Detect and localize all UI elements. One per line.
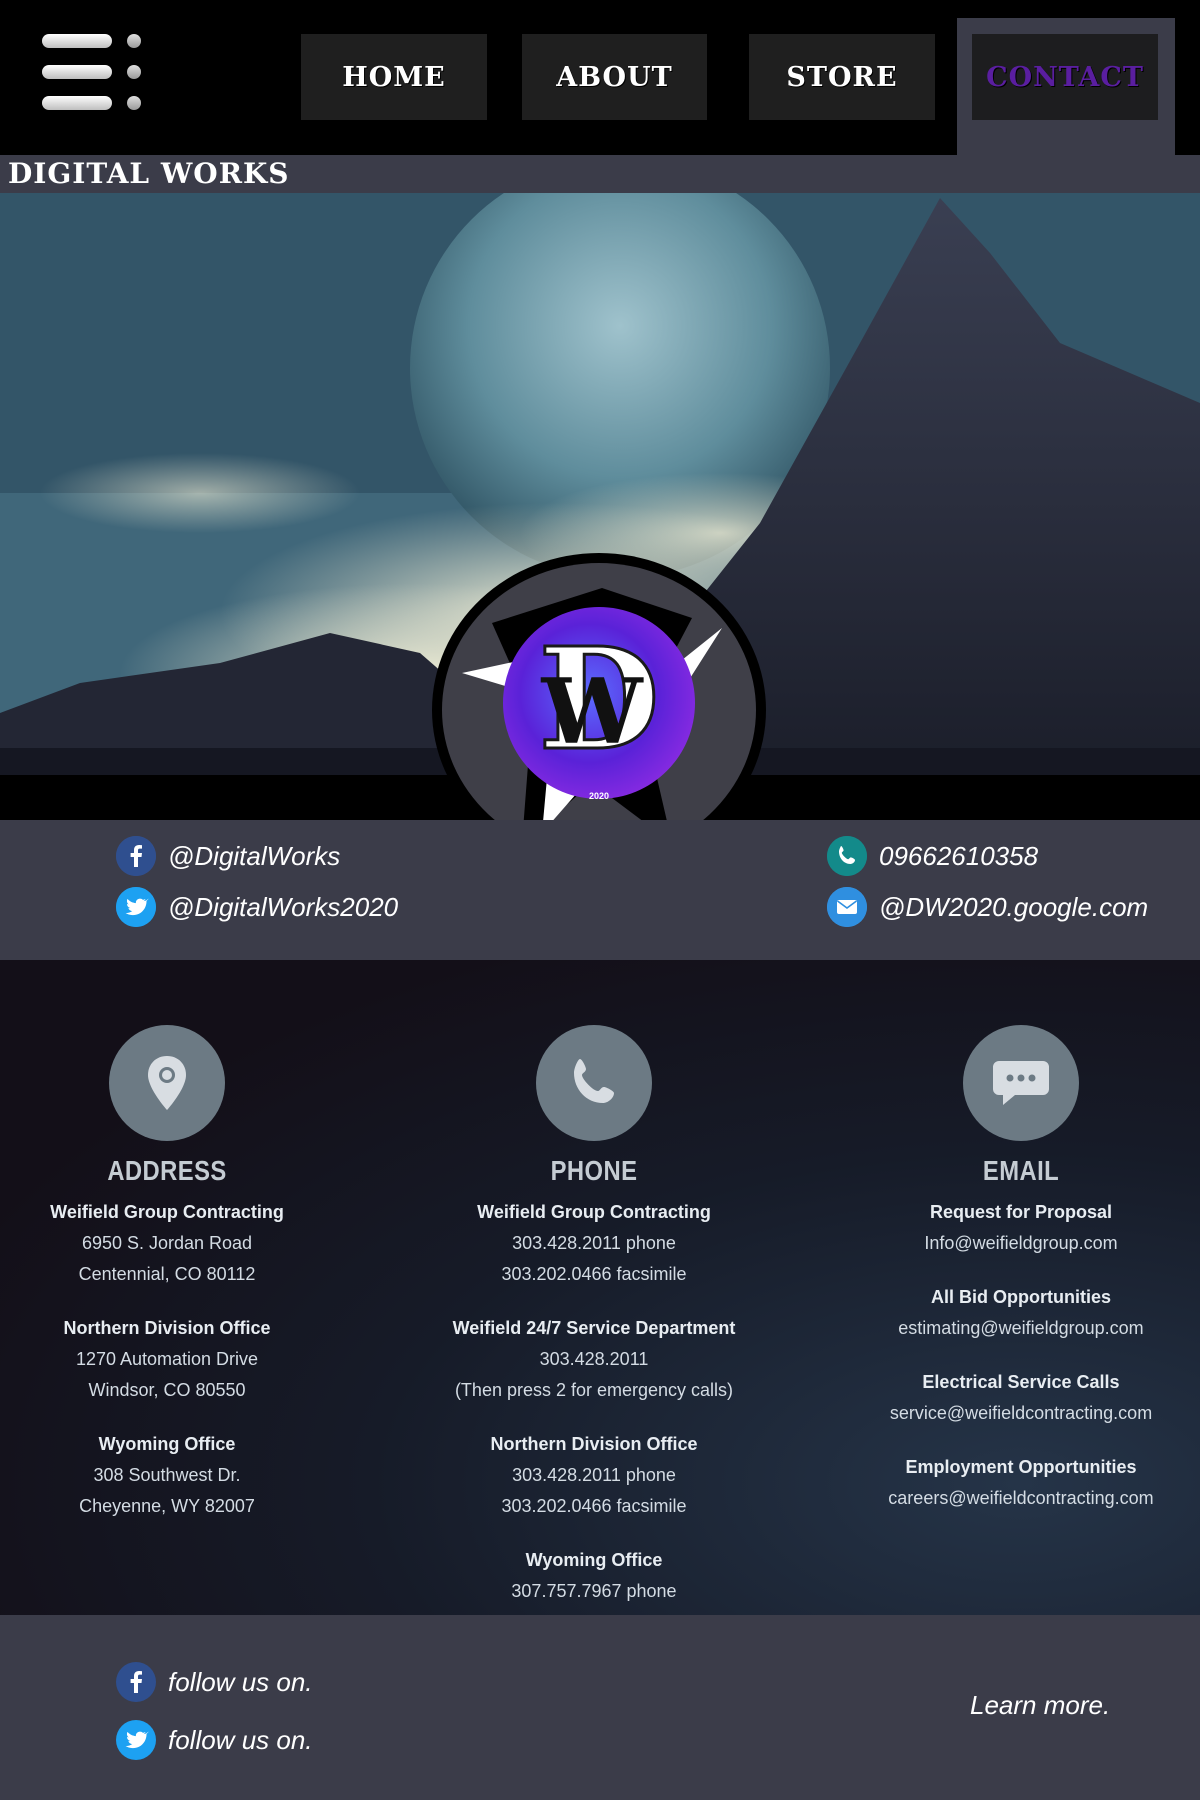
phone-line[interactable]: 303.428.2011 [429, 1344, 759, 1375]
twitter-icon [116, 887, 156, 927]
location-pin-icon [109, 1025, 225, 1141]
email-handle: @DW2020.google.com [879, 891, 1149, 922]
mail-icon [827, 887, 867, 927]
site-title-bar: DIGITAL WORKS [0, 155, 1200, 193]
phone-line[interactable]: 303.428.2011 phone [429, 1228, 759, 1259]
facebook-follow-link[interactable]: follow us on. [116, 1662, 313, 1702]
phone-number-link[interactable]: 09662610358 [827, 836, 1038, 876]
facebook-follow-text: follow us on. [168, 1666, 313, 1697]
twitter-handle-link[interactable]: @DigitalWorks2020 [116, 887, 398, 927]
facebook-icon [116, 836, 156, 876]
address-line: Centennial, CO 80112 [78, 1264, 256, 1284]
phone-line[interactable]: 303.428.2011 phone [429, 1460, 759, 1491]
twitter-handle: @DigitalWorks2020 [168, 891, 399, 922]
phone-icon [536, 1025, 652, 1141]
learn-more-link[interactable]: Learn more. [970, 1690, 1110, 1721]
phone-column: PHONE Weifield Group Contracting 303.428… [429, 1025, 759, 1630]
phone-icon [827, 836, 867, 876]
phone-line[interactable]: 303.202.0466 facsimile [429, 1491, 759, 1522]
phone-entry-title: Northern Division Office [490, 1434, 698, 1454]
address-entry-title: Wyoming Office [98, 1434, 236, 1454]
address-line: Windsor, CO 80550 [88, 1380, 246, 1400]
email-link[interactable]: Info@weifieldgroup.com [856, 1228, 1186, 1259]
address-line: Cheyenne, WY 82007 [79, 1496, 255, 1516]
facebook-icon [116, 1662, 156, 1702]
digital-works-logo-icon: D W [462, 588, 722, 843]
email-column: EMAIL Request for Proposal Info@weifield… [856, 1025, 1186, 1537]
email-entry-title: Electrical Service Calls [922, 1372, 1120, 1392]
logo-year: 2020 [588, 791, 610, 801]
phone-line[interactable]: 303.202.0466 facsimile [429, 1259, 759, 1290]
email-entry-title: Employment Opportunities [905, 1457, 1137, 1477]
address-column: ADDRESS Weifield Group Contracting 6950 … [2, 1025, 332, 1545]
phone-entry-title: Weifield 24/7 Service Department [452, 1318, 736, 1338]
address-heading: ADDRESS [107, 1155, 227, 1186]
email-link[interactable]: estimating@weifieldgroup.com [856, 1313, 1186, 1344]
email-link[interactable]: careers@weifieldcontracting.com [856, 1483, 1186, 1514]
nav-contact-button[interactable]: CONTACT [972, 34, 1158, 120]
nav-about-button[interactable]: ABOUT [522, 34, 707, 120]
address-line: 1270 Automation Drive [75, 1349, 259, 1369]
phone-note: (Then press 2 for emergency calls) [454, 1380, 734, 1400]
twitter-icon [116, 1720, 156, 1760]
phone-entry-title: Weifield Group Contracting [477, 1202, 711, 1222]
email-heading: EMAIL [982, 1155, 1060, 1186]
address-entry-title: Weifield Group Contracting [50, 1202, 284, 1222]
address-line: 6950 S. Jordan Road [81, 1233, 253, 1253]
phone-heading: PHONE [550, 1155, 638, 1186]
logo[interactable]: D W 2020 [442, 563, 756, 857]
nav-home-button[interactable]: HOME [301, 34, 487, 120]
phone-number: 09662610358 [879, 840, 1039, 871]
email-entry-title: Request for Proposal [929, 1202, 1113, 1222]
email-handle-link[interactable]: @DW2020.google.com [827, 887, 1148, 927]
facebook-handle-link[interactable]: @DigitalWorks [116, 836, 340, 876]
twitter-follow-link[interactable]: follow us on. [116, 1720, 313, 1760]
chat-bubble-icon [963, 1025, 1079, 1141]
contact-info-section: ADDRESS Weifield Group Contracting 6950 … [0, 960, 1200, 1615]
address-line: 308 Southwest Dr. [93, 1465, 241, 1485]
email-entry-title: All Bid Opportunities [931, 1287, 1111, 1307]
address-entry-title: Northern Division Office [63, 1318, 271, 1338]
menu-icon[interactable] [42, 32, 147, 112]
nav-store-button[interactable]: STORE [749, 34, 935, 120]
svg-text:W: W [540, 659, 644, 765]
twitter-follow-text: follow us on. [168, 1724, 313, 1755]
top-navigation-bar: HOME ABOUT STORE CONTACT [0, 0, 1200, 155]
facebook-handle: @DigitalWorks [168, 840, 341, 871]
phone-line[interactable]: 307.757.7967 phone [429, 1576, 759, 1607]
email-link[interactable]: service@weifieldcontracting.com [856, 1398, 1186, 1429]
phone-entry-title: Wyoming Office [525, 1550, 663, 1570]
site-title: DIGITAL WORKS [8, 157, 290, 190]
